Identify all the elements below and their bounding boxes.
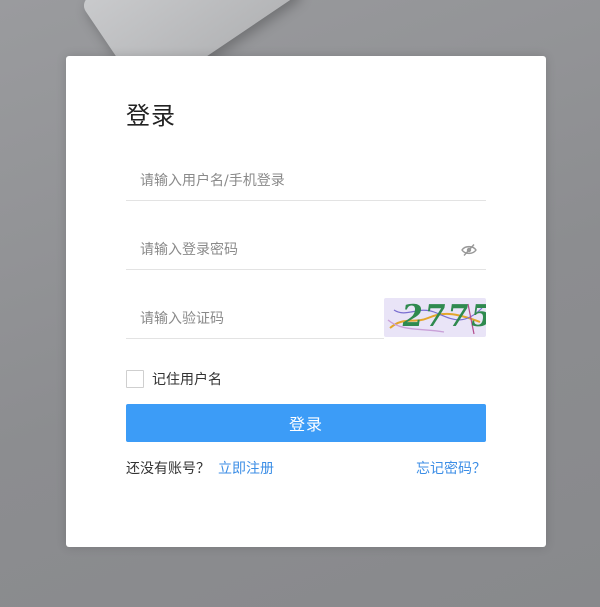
remember-checkbox[interactable] xyxy=(126,370,144,388)
captcha-image[interactable]: 2775 xyxy=(384,298,486,337)
register-link[interactable]: 立即注册 xyxy=(218,461,274,477)
remember-label: 记住用户名 xyxy=(152,372,222,388)
register-prompt: 还没有账号？ 立即注册 xyxy=(126,458,274,478)
username-input[interactable] xyxy=(138,166,442,196)
remember-username[interactable]: 记住用户名 xyxy=(126,369,222,389)
eye-slash-icon[interactable] xyxy=(461,242,477,256)
password-field xyxy=(126,229,486,270)
login-button[interactable]: 登录 xyxy=(126,404,486,442)
forgot-password-link[interactable]: 忘记密码？ xyxy=(416,458,486,478)
username-field xyxy=(126,160,486,201)
login-card: 登录 2775 记住用户名 登录 还没有账号？立即注册 忘记密 xyxy=(66,56,546,547)
password-input[interactable] xyxy=(138,235,442,265)
captcha-field xyxy=(126,298,442,339)
captcha-code: 2775 xyxy=(399,299,486,334)
login-title: 登录 xyxy=(126,102,176,130)
no-account-text: 还没有账号？ xyxy=(126,461,210,477)
